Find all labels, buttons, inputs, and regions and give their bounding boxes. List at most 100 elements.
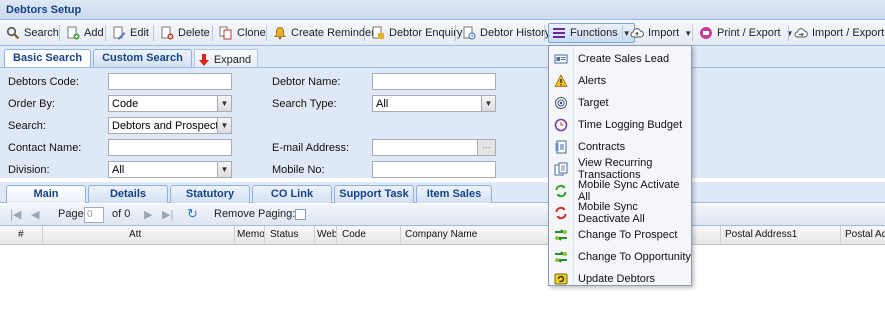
search-type-select[interactable]: All ▼ <box>372 95 496 112</box>
time-budget-icon <box>554 118 568 132</box>
next-page-icon[interactable]: ▶ <box>144 208 152 221</box>
import-export-button[interactable]: Import / Export ▼ <box>791 23 885 43</box>
tab-support-task[interactable]: Support Task <box>334 185 414 203</box>
toolbar-divider <box>692 25 693 41</box>
column-header[interactable]: Code <box>337 226 401 245</box>
column-header[interactable]: Memo <box>235 226 265 245</box>
remove-paging-label: Remove Paging: <box>214 208 296 220</box>
menu-item-alerts[interactable]: Alerts <box>549 70 691 92</box>
delete-button[interactable]: Delete <box>157 23 213 43</box>
column-header[interactable]: Status <box>265 226 315 245</box>
menu-item-label: Mobile Sync Deactivate All <box>578 201 645 225</box>
add-button[interactable]: Add <box>63 23 107 43</box>
ellipsis-button[interactable]: ··· <box>477 140 495 155</box>
column-header[interactable]: # <box>0 226 43 245</box>
menu-item-time-logging-budget[interactable]: Time Logging Budget <box>549 114 691 136</box>
menu-item-label: Alerts <box>578 75 607 87</box>
import-button[interactable]: Import ▼ <box>627 23 695 43</box>
menu-item-target[interactable]: Target <box>549 92 691 114</box>
first-page-icon[interactable]: |◀ <box>10 208 21 221</box>
toolbar-divider <box>788 25 789 41</box>
menu-item-change-to-opportunity[interactable]: Change To Opportunity <box>549 246 691 268</box>
search-scope-label: Search: <box>8 120 46 132</box>
toolbar-divider <box>212 25 213 41</box>
tab-co-link[interactable]: CO Link <box>252 185 332 203</box>
mobile-label: Mobile No: <box>272 164 325 176</box>
debtors-code-input[interactable] <box>108 73 232 90</box>
remove-paging-checkbox[interactable] <box>295 209 306 220</box>
column-header[interactable]: Postal Address1 <box>721 226 841 245</box>
red-arrow-down-icon <box>197 53 211 67</box>
debtor-enquiry-button[interactable]: Debtor Enquiry <box>368 23 465 43</box>
order-by-value: Code <box>112 98 139 110</box>
chevron-down-icon[interactable]: ▼ <box>217 162 231 177</box>
create-reminder-button[interactable]: Create Reminder <box>270 23 378 43</box>
menu-item-contracts[interactable]: Contracts <box>549 136 691 158</box>
clone-button[interactable]: Clone <box>216 23 269 43</box>
contact-name-input[interactable] <box>108 139 232 156</box>
chevron-down-icon[interactable]: ▼ <box>481 96 495 111</box>
alert-warning-icon <box>554 74 568 88</box>
column-header[interactable]: Web <box>315 226 337 245</box>
menu-item-create-sales-lead[interactable]: Create Sales Lead <box>549 48 691 70</box>
window-title: Debtors Setup <box>0 0 885 20</box>
add-document-icon <box>66 26 80 40</box>
toolbar-divider <box>105 25 106 41</box>
change-opportunity-icon <box>554 250 568 264</box>
division-value: All <box>112 164 125 176</box>
menu-item-label: Mobile Sync Activate All <box>578 179 680 203</box>
chevron-down-icon[interactable]: ▼ <box>217 118 231 133</box>
search-scope-select[interactable]: Debtors and Prospects L ▼ <box>108 117 232 134</box>
import-export-label: Import / Export <box>812 27 885 39</box>
import-label: Import <box>648 27 680 39</box>
column-header[interactable]: Att <box>43 226 235 245</box>
search-button[interactable]: Search <box>3 23 62 43</box>
search-type-label: Search Type: <box>272 98 337 110</box>
menu-item-change-to-prospect[interactable]: Change To Prospect <box>549 224 691 246</box>
menu-item-label: Update Debtors <box>578 273 656 285</box>
debtor-history-button[interactable]: Debtor History <box>459 23 553 43</box>
order-by-select[interactable]: Code ▼ <box>108 95 232 112</box>
clone-button-label: Clone <box>237 27 266 39</box>
tab-statutory[interactable]: Statutory <box>170 185 250 203</box>
recurring-transactions-icon <box>554 162 568 176</box>
magnifier-icon <box>6 26 20 40</box>
chevron-down-icon[interactable]: ▼ <box>217 96 231 111</box>
debtor-enquiry-label: Debtor Enquiry <box>389 27 463 39</box>
email-input[interactable]: ··· <box>372 139 496 156</box>
sync-deactivate-icon <box>554 206 568 220</box>
menu-item-mobile-sync-deactivate-all[interactable]: Mobile Sync Deactivate All <box>549 201 691 225</box>
menu-item-mobile-sync-activate-all[interactable]: Mobile Sync Activate All <box>549 179 691 203</box>
order-by-label: Order By: <box>8 98 56 110</box>
expand-button[interactable]: Expand <box>193 49 259 68</box>
previous-page-icon[interactable]: ◀ <box>31 208 39 221</box>
page-number-input[interactable]: 0 <box>84 207 104 223</box>
grid-body[interactable] <box>0 245 885 329</box>
print-export-button[interactable]: Print / Export ▼ <box>696 23 797 43</box>
search-panel: Basic Search Custom Search Expand Debtor… <box>0 46 885 178</box>
page-count: of 0 <box>112 208 131 220</box>
functions-lines-icon <box>552 26 566 40</box>
menu-item-view-recurring-transactions[interactable]: View Recurring Transactions <box>549 157 691 181</box>
last-page-icon[interactable]: ▶| <box>162 208 173 221</box>
search-tabs: Basic Search Custom Search Expand <box>4 49 259 69</box>
print-export-icon <box>699 26 713 40</box>
division-select[interactable]: All ▼ <box>108 161 232 178</box>
tab-main[interactable]: Main <box>6 185 86 203</box>
tab-details[interactable]: Details <box>88 185 168 203</box>
menu-item-label: Target <box>578 97 609 109</box>
edit-button[interactable]: Edit <box>109 23 152 43</box>
menu-item-label: Create Sales Lead <box>578 53 670 65</box>
grid-header: # Att Memo Status Web Code Company Name … <box>0 226 885 245</box>
contract-document-icon <box>554 140 568 154</box>
debtor-name-input[interactable] <box>372 73 496 90</box>
sales-lead-card-icon <box>554 52 568 66</box>
tab-basic-search[interactable]: Basic Search <box>4 49 92 68</box>
cloud-sync-icon <box>794 26 808 40</box>
menu-item-update-debtors[interactable]: Update Debtors <box>549 268 691 290</box>
tab-custom-search[interactable]: Custom Search <box>93 49 192 68</box>
refresh-icon[interactable]: ↻ <box>187 206 198 222</box>
mobile-input[interactable] <box>372 161 496 178</box>
column-header[interactable]: Postal Addr <box>841 226 885 245</box>
tab-item-sales[interactable]: Item Sales <box>416 185 492 203</box>
